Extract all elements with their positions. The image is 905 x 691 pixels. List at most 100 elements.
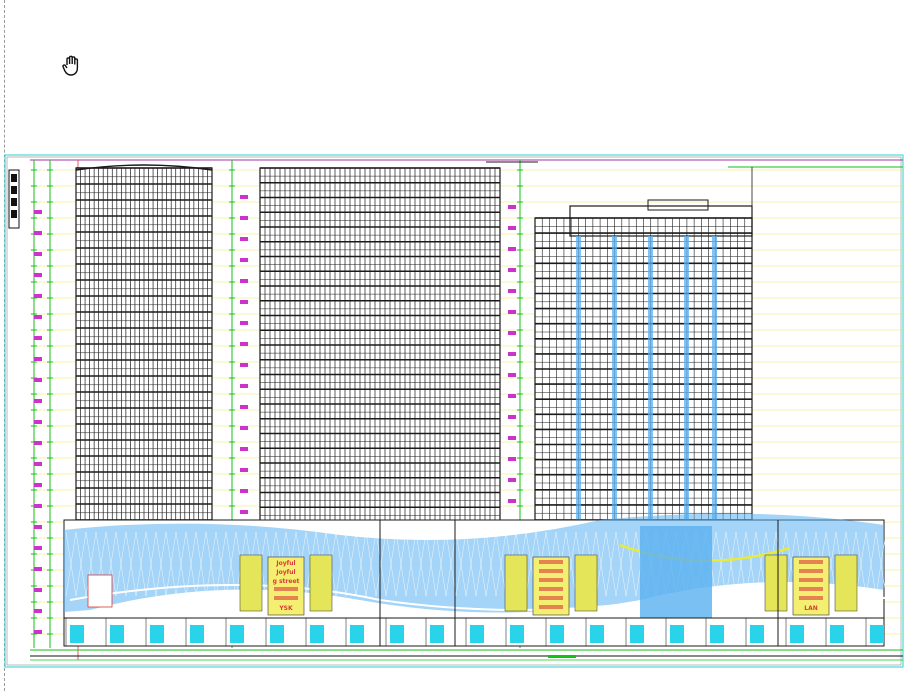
level-tag bbox=[34, 504, 42, 508]
storefront-glass bbox=[430, 625, 444, 643]
level-tag bbox=[240, 342, 248, 346]
sign-panel bbox=[239, 554, 263, 612]
storefront-glass bbox=[550, 625, 564, 643]
level-tag bbox=[34, 357, 42, 361]
storefront-glass bbox=[350, 625, 364, 643]
tower-right bbox=[534, 167, 753, 529]
sign-text-bar bbox=[274, 596, 298, 600]
sign-text-bar bbox=[799, 578, 823, 582]
sign-text-bar bbox=[539, 560, 563, 564]
level-tag bbox=[508, 247, 516, 251]
level-tag bbox=[34, 441, 42, 445]
storefront-glass bbox=[150, 625, 164, 643]
balcony-strip bbox=[684, 236, 689, 520]
storefront-glass bbox=[310, 625, 324, 643]
storefront-glass bbox=[710, 625, 724, 643]
storefront-glass bbox=[190, 625, 204, 643]
level-tag bbox=[508, 205, 516, 209]
level-tag bbox=[240, 510, 248, 514]
podium-facade: Joyful Joyful g street YSK LAN bbox=[63, 513, 901, 647]
level-tag bbox=[240, 237, 248, 241]
storefront-glass bbox=[470, 625, 484, 643]
sign-panel bbox=[574, 554, 598, 612]
level-tag bbox=[34, 609, 42, 613]
sign-text-bar bbox=[539, 605, 563, 609]
level-tag bbox=[508, 226, 516, 230]
cad-drawing-canvas[interactable]: Joyful Joyful g street YSK LAN bbox=[0, 0, 905, 691]
level-tag bbox=[508, 268, 516, 272]
level-tag bbox=[34, 252, 42, 256]
level-tag bbox=[240, 384, 248, 388]
sign-panel bbox=[834, 554, 858, 612]
sign-text-bar bbox=[799, 569, 823, 573]
storefront-glass bbox=[870, 625, 884, 643]
storefront-glass bbox=[110, 625, 124, 643]
level-tag bbox=[240, 468, 248, 472]
level-tag bbox=[508, 436, 516, 440]
left-title-block bbox=[8, 169, 20, 229]
sign-text: Joyful bbox=[275, 569, 295, 576]
storefront-glass bbox=[790, 625, 804, 643]
level-tag bbox=[240, 195, 248, 199]
sign-panel bbox=[764, 554, 788, 612]
level-tag bbox=[240, 216, 248, 220]
level-tag bbox=[508, 331, 516, 335]
sign-text: YSK bbox=[278, 605, 293, 612]
level-tag bbox=[508, 352, 516, 356]
sign-text: LAN bbox=[804, 605, 818, 612]
level-tag bbox=[508, 310, 516, 314]
level-tag bbox=[240, 447, 248, 451]
level-tag bbox=[508, 499, 516, 503]
level-tag bbox=[34, 294, 42, 298]
storefront-glass bbox=[270, 625, 284, 643]
ground-lines bbox=[30, 649, 903, 661]
storefront-glass bbox=[630, 625, 644, 643]
sign-text-bar bbox=[539, 596, 563, 600]
sign-text-bar bbox=[799, 587, 823, 591]
storefront-glass bbox=[670, 625, 684, 643]
level-tag bbox=[508, 394, 516, 398]
level-tag bbox=[240, 321, 248, 325]
level-tag bbox=[240, 258, 248, 262]
level-tag bbox=[508, 289, 516, 293]
sign-text-bar bbox=[539, 569, 563, 573]
tower-left bbox=[75, 164, 213, 530]
level-tag bbox=[34, 462, 42, 466]
level-tag bbox=[508, 415, 516, 419]
level-tag bbox=[34, 588, 42, 592]
level-tag bbox=[34, 420, 42, 424]
level-tag bbox=[34, 315, 42, 319]
balcony-strip bbox=[576, 236, 581, 520]
level-tag bbox=[508, 478, 516, 482]
level-tag bbox=[34, 525, 42, 529]
level-tag bbox=[240, 426, 248, 430]
level-tag bbox=[34, 483, 42, 487]
level-tag bbox=[34, 210, 42, 214]
sign-text-bar bbox=[539, 587, 563, 591]
sign-text: Joyful bbox=[275, 560, 295, 567]
sign-text-bar bbox=[799, 560, 823, 564]
level-tag bbox=[240, 363, 248, 367]
sign-text: g street bbox=[273, 578, 300, 585]
level-tag bbox=[240, 405, 248, 409]
storefront-glass bbox=[830, 625, 844, 643]
sign-text-bar bbox=[539, 578, 563, 582]
level-tag bbox=[508, 373, 516, 377]
level-tag bbox=[34, 630, 42, 634]
balcony-strip bbox=[612, 236, 617, 520]
level-tag bbox=[34, 336, 42, 340]
sign-panel bbox=[504, 554, 528, 612]
balcony-strip bbox=[648, 236, 653, 520]
storefront-glass bbox=[70, 625, 84, 643]
storefront-glass bbox=[230, 625, 244, 643]
tower-crown-top bbox=[647, 199, 709, 211]
level-tag bbox=[34, 378, 42, 382]
level-tag bbox=[34, 567, 42, 571]
level-tag bbox=[240, 279, 248, 283]
sign-text-bar bbox=[274, 587, 298, 591]
level-tag bbox=[240, 489, 248, 493]
level-tag bbox=[240, 300, 248, 304]
storefront-glass bbox=[750, 625, 764, 643]
level-tag bbox=[34, 231, 42, 235]
sign-panel bbox=[309, 554, 333, 612]
